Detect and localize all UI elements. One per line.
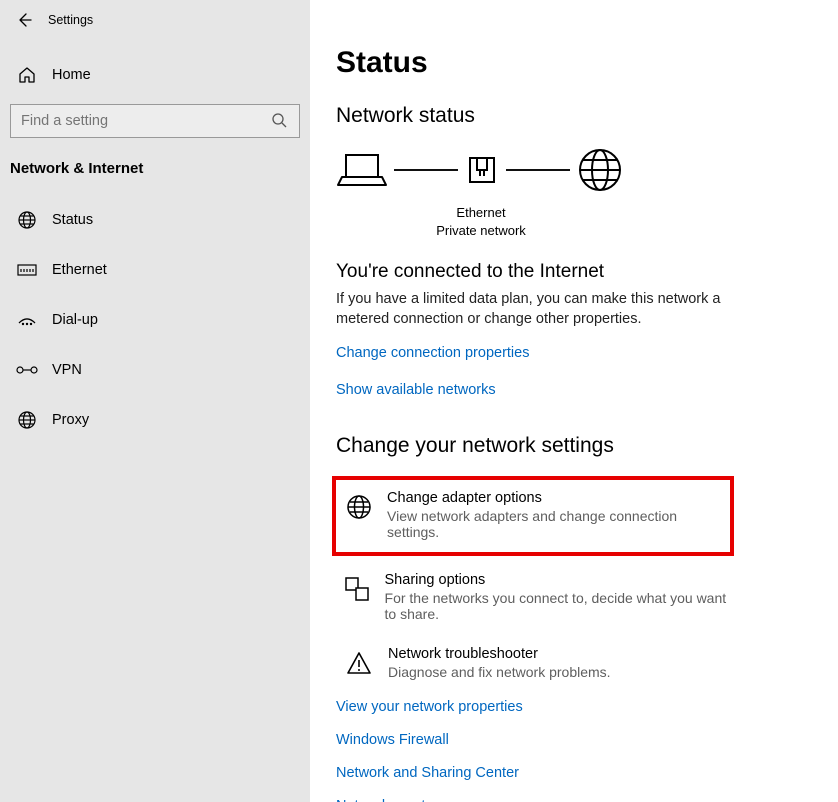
arrow-left-icon	[16, 12, 32, 28]
connected-body: If you have a limited data plan, you can…	[336, 289, 736, 330]
option-desc: Diagnose and fix network problems.	[388, 664, 611, 680]
option-title: Sharing options	[385, 572, 738, 588]
show-available-networks-link[interactable]: Show available networks	[336, 382, 496, 398]
warning-icon	[344, 648, 374, 678]
option-troubleshooter[interactable]: Network troubleshooter Diagnose and fix …	[336, 640, 746, 688]
laptop-icon	[336, 149, 388, 191]
search-box[interactable]	[10, 104, 300, 138]
network-sharing-center-link[interactable]: Network and Sharing Center	[336, 765, 519, 781]
sidebar-item-label: VPN	[52, 362, 82, 378]
sidebar-item-vpn[interactable]: VPN	[0, 345, 310, 395]
change-connection-properties-link[interactable]: Change connection properties	[336, 345, 529, 361]
titlebar: Settings	[0, 0, 310, 40]
option-change-adapter[interactable]: Change adapter options View network adap…	[332, 476, 734, 556]
diagram-line	[506, 169, 570, 171]
connected-heading: You're connected to the Internet	[336, 261, 838, 283]
change-settings-heading: Change your network settings	[336, 434, 838, 458]
sidebar-item-label: Status	[52, 212, 93, 228]
diagram-caption: Ethernet Private network	[336, 204, 626, 239]
sidebar-item-label: Ethernet	[52, 262, 107, 278]
sidebar-item-dialup[interactable]: Dial-up	[0, 295, 310, 345]
search-icon	[271, 112, 289, 130]
view-network-properties-link[interactable]: View your network properties	[336, 699, 523, 715]
adapter-icon	[464, 152, 500, 188]
sidebar: Settings Home Network & Internet Status …	[0, 0, 310, 802]
globe-icon	[344, 492, 373, 522]
sidebar-item-status[interactable]: Status	[0, 195, 310, 245]
page-title: Status	[336, 46, 838, 80]
network-type-label: Private network	[336, 222, 626, 240]
sidebar-item-home[interactable]: Home	[0, 54, 310, 96]
option-sharing[interactable]: Sharing options For the networks you con…	[336, 566, 746, 630]
home-icon	[16, 64, 38, 86]
share-icon	[344, 574, 371, 604]
ethernet-icon	[16, 259, 38, 281]
option-title: Change adapter options	[387, 490, 722, 506]
sidebar-item-label: Proxy	[52, 412, 89, 428]
dialup-icon	[16, 309, 38, 331]
option-desc: For the networks you connect to, decide …	[385, 590, 738, 622]
network-diagram	[336, 140, 838, 200]
globe-icon	[16, 409, 38, 431]
option-title: Network troubleshooter	[388, 646, 611, 662]
diagram-line	[394, 169, 458, 171]
windows-firewall-link[interactable]: Windows Firewall	[336, 732, 449, 748]
home-label: Home	[52, 67, 91, 83]
network-status-heading: Network status	[336, 104, 838, 128]
vpn-icon	[16, 359, 38, 381]
app-title: Settings	[48, 13, 93, 27]
globe-icon	[16, 209, 38, 231]
network-reset-link[interactable]: Network reset	[336, 798, 425, 802]
adapter-label: Ethernet	[336, 204, 626, 222]
globe-large-icon	[576, 146, 624, 194]
search-container	[0, 102, 310, 148]
sidebar-item-label: Dial-up	[52, 312, 98, 328]
sidebar-item-proxy[interactable]: Proxy	[0, 395, 310, 445]
main-content: Status Network status Ethernet Private n…	[310, 0, 838, 802]
option-desc: View network adapters and change connect…	[387, 508, 722, 540]
sidebar-section-header: Network & Internet	[0, 148, 310, 195]
sidebar-item-ethernet[interactable]: Ethernet	[0, 245, 310, 295]
search-input[interactable]	[21, 113, 271, 129]
back-button[interactable]	[8, 4, 40, 36]
